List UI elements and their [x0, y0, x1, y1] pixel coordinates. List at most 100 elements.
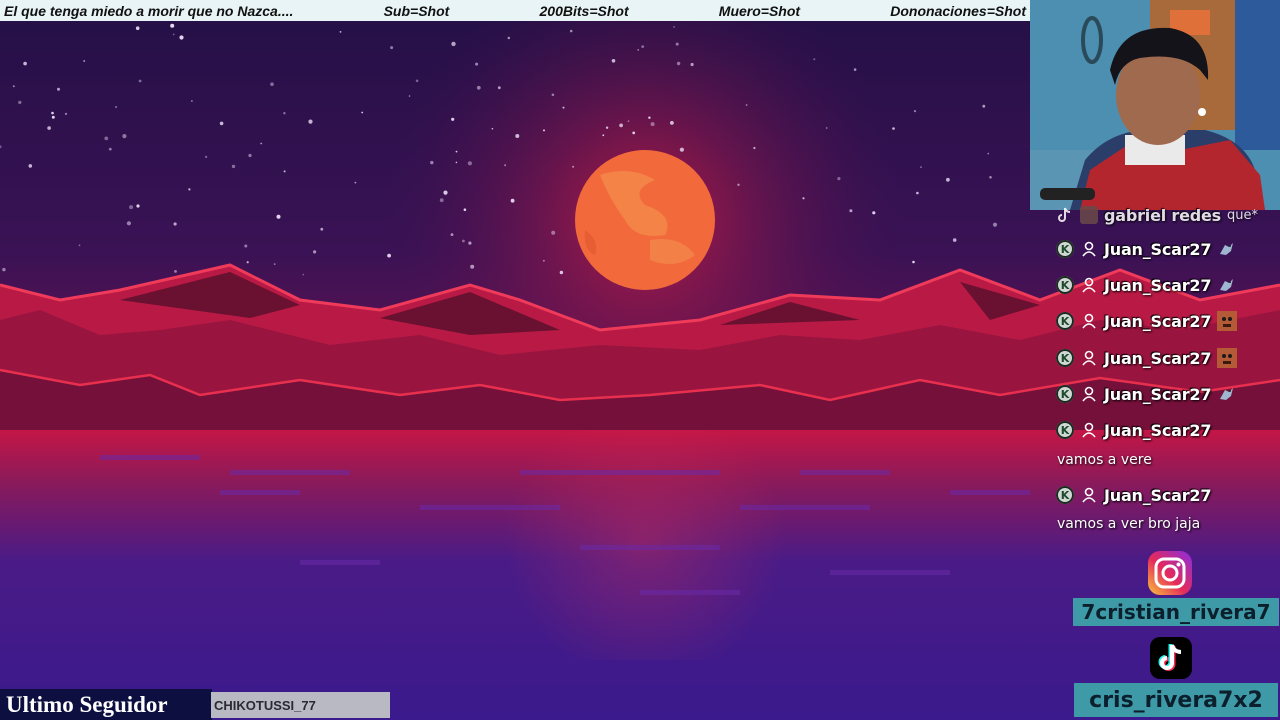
- star: [64, 112, 68, 115]
- star: [283, 170, 286, 173]
- ticker-item: Dononaciones=Shot: [890, 2, 1026, 19]
- star: [675, 42, 679, 46]
- user-icon: [1082, 487, 1096, 503]
- star: [476, 85, 481, 90]
- chat-username: Juan_Scar27: [1104, 420, 1212, 440]
- star: [619, 123, 623, 128]
- star: [276, 214, 281, 219]
- star: [302, 273, 305, 276]
- star: [78, 244, 81, 247]
- chat-username: Juan_Scar27: [1104, 239, 1212, 259]
- star: [28, 164, 33, 168]
- star: [504, 164, 507, 167]
- star: [551, 93, 555, 97]
- chat-username: Juan_Scar27: [1104, 275, 1212, 295]
- ticker-item: 200Bits=Shot: [539, 2, 629, 19]
- star: [451, 41, 456, 47]
- star: [946, 177, 950, 182]
- star: [605, 126, 609, 129]
- ticker-item: El que tenga miedo a morir que no Nazca.…: [4, 2, 294, 19]
- tiktok-logo-icon: [1150, 637, 1192, 679]
- chat-panel: gabriel redes que* K Juan_Scar27 K Juan_Sca…: [1040, 200, 1280, 540]
- star: [390, 46, 394, 50]
- star: [136, 204, 140, 208]
- star: [451, 117, 455, 121]
- kick-badge-icon: K: [1056, 240, 1074, 258]
- star: [507, 36, 510, 40]
- bird-emote: [1217, 239, 1237, 259]
- star: [872, 211, 876, 215]
- star: [135, 26, 140, 31]
- star: [462, 239, 465, 243]
- last-follower-name: CHIKOTUSSI_77: [211, 692, 390, 718]
- star: [992, 222, 998, 227]
- bird-emote: [1217, 275, 1237, 295]
- star: [308, 119, 313, 124]
- star: [115, 106, 117, 108]
- kick-badge-icon: K: [1056, 312, 1074, 330]
- star: [737, 183, 740, 186]
- star: [231, 164, 236, 169]
- star: [467, 161, 472, 166]
- star: [18, 100, 22, 105]
- user-icon: [1082, 422, 1096, 438]
- star: [602, 134, 605, 137]
- star: [982, 104, 986, 108]
- star: [470, 264, 475, 269]
- star: [320, 227, 324, 231]
- star: [562, 106, 565, 109]
- chat-username: gabriel redes: [1104, 205, 1221, 225]
- chat-row-partial: gabriel redes que*: [1056, 202, 1258, 228]
- kick-badge-icon: K: [1056, 486, 1074, 504]
- moon: [575, 150, 715, 290]
- star: [679, 147, 685, 152]
- chat-message: que*: [1226, 207, 1258, 223]
- star: [170, 23, 175, 28]
- star: [892, 127, 895, 130]
- tiktok-handle: cris_rivera7x2: [1074, 683, 1278, 717]
- star: [551, 230, 556, 235]
- chat-username: Juan_Scar27: [1104, 384, 1212, 404]
- chat-username: Juan_Scar27: [1104, 311, 1212, 331]
- star: [913, 110, 917, 113]
- star: [51, 115, 55, 119]
- star: [912, 260, 915, 264]
- star: [104, 136, 109, 141]
- star: [920, 166, 922, 169]
- star: [515, 134, 520, 138]
- kick-badge-icon: K: [1056, 276, 1074, 294]
- star: [173, 222, 177, 226]
- user-icon: [1082, 350, 1096, 366]
- star: [849, 209, 853, 213]
- star: [270, 82, 274, 86]
- tiktok-icon: [1058, 207, 1071, 222]
- star: [2, 267, 6, 272]
- last-follower-label: Ultimo Seguidor: [0, 689, 212, 720]
- star: [12, 85, 15, 88]
- ticker-bar: El que tenga miedo a morir que no Nazca.…: [0, 0, 1030, 21]
- star: [543, 259, 545, 262]
- star: [543, 129, 545, 132]
- star: [260, 142, 263, 145]
- star: [361, 111, 364, 114]
- star: [641, 45, 645, 48]
- star: [354, 181, 357, 184]
- kick-badge-icon: K: [1056, 385, 1074, 403]
- star: [989, 176, 992, 179]
- user-icon: [1082, 386, 1096, 402]
- star: [138, 79, 142, 83]
- star: [387, 253, 391, 258]
- star: [987, 152, 990, 155]
- star: [690, 62, 694, 67]
- star: [475, 62, 479, 66]
- star: [952, 238, 957, 242]
- star: [813, 58, 816, 61]
- star: [825, 127, 828, 129]
- star: [648, 116, 651, 119]
- star: [463, 208, 467, 211]
- star: [51, 111, 54, 115]
- star: [172, 33, 175, 36]
- kick-badge-icon: K: [1056, 349, 1074, 367]
- star: [248, 153, 252, 158]
- star: [455, 150, 458, 153]
